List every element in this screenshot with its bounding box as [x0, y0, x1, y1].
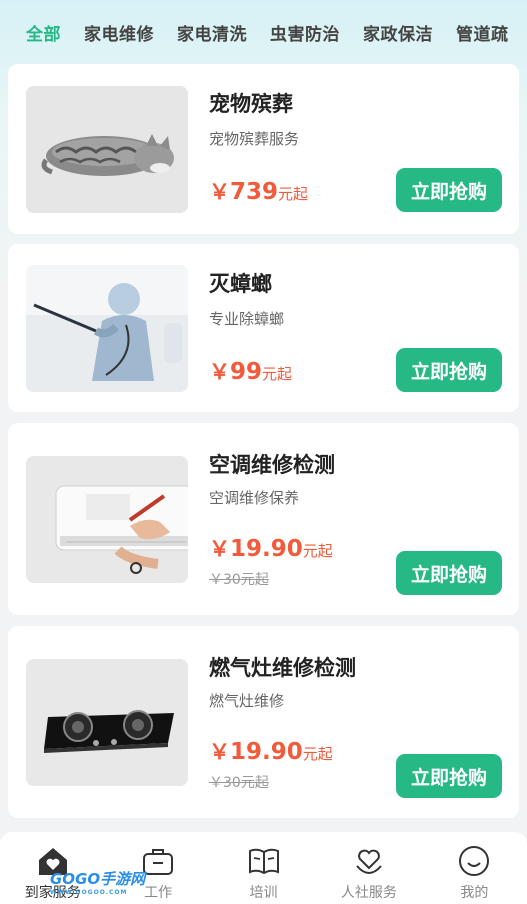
buy-now-button[interactable]: 立即抢购: [396, 551, 502, 595]
service-card[interactable]: 灭蟑螂 专业除蟑螂 ￥99元起 立即抢购: [8, 244, 519, 412]
book-icon: [248, 848, 279, 875]
original-price: ￥30元起: [209, 572, 269, 588]
original-price: ￥30元起: [209, 775, 269, 791]
service-price: ￥739元起: [209, 179, 309, 205]
service-subtitle: 宠物殡葬服务: [209, 130, 300, 148]
tab-appliance-repair[interactable]: 家电维修: [84, 20, 154, 45]
air-conditioner-repair-image: [26, 456, 188, 583]
service-title: 空调维修检测: [209, 453, 335, 477]
service-title: 灭蟑螂: [209, 272, 272, 296]
buy-now-button[interactable]: 立即抢购: [396, 168, 502, 212]
tab-pipe-unclog[interactable]: 管道疏: [456, 20, 509, 45]
service-subtitle: 专业除蟑螂: [209, 310, 285, 328]
smile-icon: [459, 846, 490, 876]
tabbar-label: 我的: [460, 885, 489, 901]
tabbar-label: 培训: [249, 885, 278, 901]
watermark-logo: GOGO手游网 WWW.GOGOO.COM: [50, 870, 146, 896]
service-card[interactable]: 宠物殡葬 宠物殡葬服务 ￥739元起 立即抢购: [8, 64, 519, 234]
service-price: ￥99元起: [209, 359, 293, 385]
tab-pest-control[interactable]: 虫害防治: [270, 20, 340, 45]
briefcase-icon: [143, 849, 174, 875]
tab-appliance-cleaning[interactable]: 家电清洗: [177, 20, 247, 45]
tabbar-item-social-service[interactable]: 人社服务: [316, 832, 421, 904]
tabbar-label: 工作: [144, 885, 173, 901]
tab-housekeeping[interactable]: 家政保洁: [363, 20, 433, 45]
buy-now-button[interactable]: 立即抢购: [396, 348, 502, 392]
gas-stove-image: [26, 659, 188, 786]
service-title: 宠物殡葬: [209, 92, 293, 116]
service-price: ￥19.90元起: [209, 536, 333, 562]
sleeping-cat-image: [26, 86, 188, 213]
tabbar-item-mine[interactable]: 我的: [422, 832, 527, 904]
service-card[interactable]: 空调维修检测 空调维修保养 ￥19.90元起 ￥30元起 立即抢购: [8, 423, 519, 615]
buy-now-button[interactable]: 立即抢购: [396, 754, 502, 798]
tab-all[interactable]: 全部: [26, 20, 61, 45]
category-tabs: 全部 家电维修 家电清洗 虫害防治 家政保洁 管道疏: [0, 0, 527, 64]
tabbar-label: 人社服务: [340, 885, 397, 901]
service-price: ￥19.90元起: [209, 739, 333, 765]
pest-control-worker-image: [26, 265, 188, 392]
service-title: 燃气灶维修检测: [209, 656, 356, 680]
service-subtitle: 燃气灶维修: [209, 692, 285, 710]
service-subtitle: 空调维修保养: [209, 489, 300, 507]
tabbar-item-training[interactable]: 培训: [211, 832, 316, 904]
heart-hand-icon: [356, 849, 382, 874]
service-card[interactable]: 燃气灶维修检测 燃气灶维修 ￥19.90元起 ￥30元起 立即抢购: [8, 626, 519, 818]
